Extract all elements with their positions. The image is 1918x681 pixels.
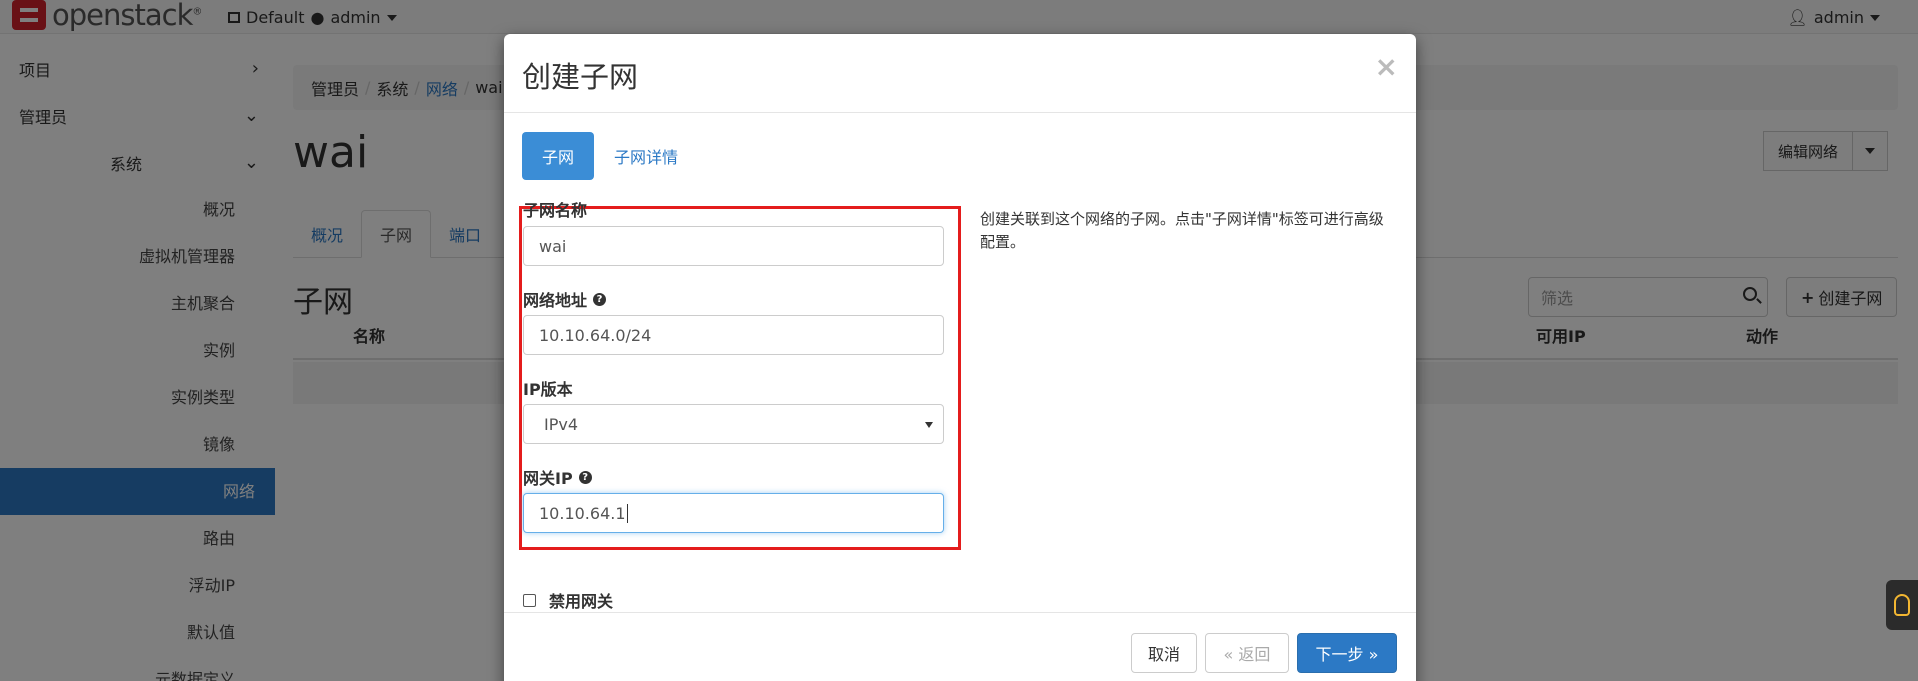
create-subnet-modal: 创建子网 × 子网 子网详情 子网名称 wai 网络地址 ? 10.10.64.…: [504, 34, 1416, 681]
ip-version-select[interactable]: IPv4: [523, 404, 944, 444]
text-cursor: [626, 503, 628, 523]
disable-gateway-label: 禁用网关: [549, 592, 614, 611]
close-icon[interactable]: ×: [1375, 50, 1398, 83]
subnet-name-label: 子网名称: [523, 201, 588, 220]
cancel-button[interactable]: 取消: [1131, 633, 1197, 673]
network-address-label-text: 网络地址: [523, 291, 588, 310]
subnet-name-input[interactable]: wai: [523, 226, 944, 266]
disable-gateway-checkbox[interactable]: [523, 593, 536, 607]
gateway-ip-input[interactable]: 10.10.64.1: [523, 493, 944, 533]
wizard-tabs: 子网 子网详情: [522, 132, 698, 180]
floating-helper-widget[interactable]: [1886, 580, 1918, 630]
tab-subnet[interactable]: 子网: [522, 132, 595, 180]
modal-header: 创建子网 ×: [504, 34, 1416, 113]
network-address-label: 网络地址 ?: [523, 287, 607, 311]
disable-gateway-row[interactable]: 禁用网关: [523, 588, 613, 612]
back-button[interactable]: « 返回: [1205, 633, 1289, 673]
helper-icon: [1894, 594, 1910, 616]
gateway-ip-value: 10.10.64.1: [539, 503, 626, 523]
modal-footer: 取消 « 返回 下一步 »: [504, 612, 1416, 681]
next-button[interactable]: 下一步 »: [1297, 633, 1397, 673]
ip-version-label: IP版本: [523, 380, 573, 399]
network-address-input[interactable]: 10.10.64.0/24: [523, 315, 944, 355]
gateway-ip-label-text: 网关IP: [523, 469, 573, 488]
chevron-down-icon: [925, 422, 933, 428]
modal-title: 创建子网: [522, 60, 639, 94]
gateway-ip-label: 网关IP ?: [523, 465, 592, 489]
tab-subnet-details[interactable]: 子网详情: [594, 132, 698, 180]
question-circle-icon[interactable]: ?: [578, 470, 592, 484]
question-circle-icon[interactable]: ?: [593, 292, 607, 306]
help-text: 创建关联到这个网络的子网。点击"子网详情"标签可进行高级配置。: [980, 210, 1384, 251]
ip-version-value: IPv4: [544, 414, 579, 434]
